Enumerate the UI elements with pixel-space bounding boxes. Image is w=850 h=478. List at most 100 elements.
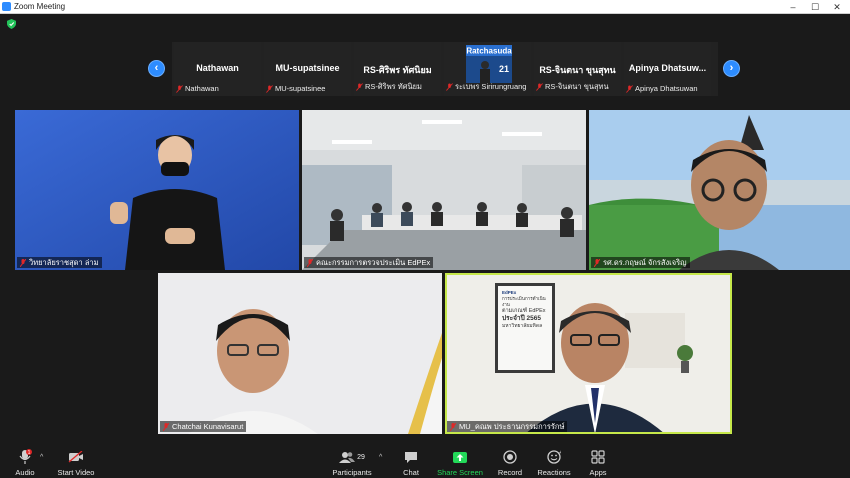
start-video-label: Start Video <box>57 468 95 477</box>
strip-tile-name: RS-จินตนา ขุนสุทน <box>539 65 616 75</box>
strip-tile-label-text: ระเบพร Sirirungruang <box>455 82 527 91</box>
strip-tile-name: RS-ศิริพร ทัศนิยม <box>363 65 432 75</box>
strip-tile-name: Apinya Dhatsuw... <box>628 63 707 73</box>
strip-tile[interactable]: MU-supatsinee MU-supatsinee <box>264 42 351 96</box>
strip-tile-label-text: Nathawan <box>185 84 219 93</box>
muted-mic-icon <box>356 83 363 91</box>
window-titlebar: Zoom Meeting – ☐ ✕ <box>0 0 850 14</box>
edpex-poster: EdPEx การประเมินการดำเนินงาน ตามเกณฑ์ Ed… <box>502 290 550 330</box>
strip-tile-label: Apinya Dhatsuwan <box>626 84 698 93</box>
video-tile-professor[interactable]: รศ.ดร.กฤษณ์ จักรสังเจริญ <box>589 110 850 270</box>
muted-mic-icon <box>163 422 169 431</box>
audio-label: Audio <box>15 468 35 477</box>
strip-tile-label: RS-จินตนา ขุนสุทน <box>536 81 609 93</box>
audio-options-caret[interactable]: ^ <box>40 454 43 461</box>
strip-prev-button[interactable]: ‹ <box>148 60 165 77</box>
strip-tile-label-text: RS-ศิริพร ทัศนิยม <box>365 82 422 91</box>
security-shield-icon[interactable] <box>7 19 16 29</box>
start-video-button[interactable]: Start Video <box>50 449 102 477</box>
svg-text:+: + <box>559 450 561 456</box>
strip-tile[interactable]: RS-ศิริพร ทัศนิยม RS-ศิริพร ทัศนิยม <box>354 42 441 96</box>
poster-line1: การประเมินการดำเนินงาน <box>502 295 546 307</box>
svg-text:1: 1 <box>28 450 31 456</box>
strip-next-button[interactable]: › <box>723 60 740 77</box>
apps-button[interactable]: Apps <box>572 449 624 477</box>
chatchai-video-image <box>158 273 442 434</box>
participants-count: 29 <box>357 453 365 461</box>
professor-video-image <box>589 110 850 270</box>
minimize-button[interactable]: – <box>782 0 804 14</box>
participants-icon <box>339 452 356 463</box>
interpreter-video-image <box>15 110 299 270</box>
video-tile-committee[interactable]: คณะกรรมการตรวจประเมิน EdPEx <box>302 110 586 270</box>
strip-tile-name: MU-supatsinee <box>275 63 340 73</box>
microphone-icon: 1 <box>19 449 32 464</box>
muted-mic-icon <box>626 84 633 93</box>
muted-mic-icon <box>536 83 543 91</box>
participant-strip: Nathawan Nathawan MU-supatsinee MU-supat… <box>172 42 718 96</box>
chat-label: Chat <box>403 468 419 477</box>
apps-label: Apps <box>589 468 607 477</box>
window-title: Zoom Meeting <box>14 2 66 11</box>
video-label-text: คณะกรรมการตรวจประเมิน EdPEx <box>316 257 431 267</box>
strip-tile[interactable]: RS-จินตนา ขุนสุทน RS-จินตนา ขุนสุทน <box>534 42 621 96</box>
video-label: คณะกรรมการตรวจประเมิน EdPEx <box>304 257 434 268</box>
video-camera-off-icon <box>68 451 83 463</box>
strip-tile-label-text: RS-จินตนา ขุนสุทน <box>545 82 609 91</box>
record-icon <box>503 450 517 464</box>
ratchasuda-logo-video: Ratchasuda 21 <box>466 45 512 83</box>
strip-tile[interactable]: Nathawan Nathawan <box>174 42 261 96</box>
video-label-text: MU_คณพ ประธานกรรมการรักษ์ <box>459 421 565 431</box>
poster-line3: ประจำปี 2565 <box>502 314 541 322</box>
share-screen-icon <box>453 451 467 463</box>
strip-tile[interactable]: Apinya Dhatsuw... Apinya Dhatsuwan <box>624 42 711 96</box>
svg-text:21: 21 <box>499 64 509 74</box>
strip-tile-ratchasuda[interactable]: Ratchasuda 21 ระเบพร Sirirungruang <box>444 42 531 96</box>
share-screen-label: Share Screen <box>437 468 483 477</box>
strip-tile-label: MU-supatsinee <box>266 84 325 93</box>
speaker-video-image <box>445 273 732 434</box>
participants-button[interactable]: 29 Participants <box>326 449 378 477</box>
apps-icon <box>591 450 605 464</box>
share-screen-button[interactable]: Share Screen <box>434 449 486 477</box>
participants-label: Participants <box>332 468 372 477</box>
video-label-text: Chatchai Kunavisarut <box>172 422 244 431</box>
svg-text:Ratchasuda: Ratchasuda <box>466 47 512 56</box>
reactions-smiley-icon: + <box>547 450 561 464</box>
muted-mic-icon <box>176 84 183 93</box>
maximize-button[interactable]: ☐ <box>804 0 826 14</box>
video-tile-active-speaker[interactable]: EdPEx การประเมินการดำเนินงาน ตามเกณฑ์ Ed… <box>445 273 732 434</box>
meeting-toolbar: 1 Audio ^ Start Video 29 Participants ^ … <box>0 446 850 478</box>
video-label-text: วิทยาลัยราชสุดา ล่าม <box>29 257 99 267</box>
muted-mic-icon <box>446 83 453 91</box>
record-label: Record <box>497 468 523 477</box>
video-label: Chatchai Kunavisarut <box>160 421 247 432</box>
strip-tile-label: RS-ศิริพร ทัศนิยม <box>356 81 422 93</box>
reactions-label: Reactions <box>537 468 571 477</box>
zoom-app-icon <box>2 2 11 11</box>
participants-options-caret[interactable]: ^ <box>379 454 382 461</box>
chat-bubble-icon <box>405 451 417 463</box>
strip-tile-label: ระเบพร Sirirungruang <box>446 81 526 93</box>
video-label: MU_คณพ ประธานกรรมการรักษ์ <box>447 421 568 432</box>
poster-line4: มหาวิทยาลัยมหิดล <box>502 323 543 330</box>
muted-mic-icon <box>307 258 313 267</box>
muted-mic-icon <box>594 258 600 267</box>
video-label: วิทยาลัยราชสุดา ล่าม <box>17 257 102 268</box>
video-label-text: รศ.ดร.กฤษณ์ จักรสังเจริญ <box>603 257 687 267</box>
poster-line2: ตามเกณฑ์ EdPEx <box>502 307 546 314</box>
chat-button[interactable]: Chat <box>385 449 437 477</box>
muted-mic-icon <box>450 422 456 431</box>
video-tile-interpreter[interactable]: วิทยาลัยราชสุดา ล่าม <box>15 110 299 270</box>
video-tile-chatchai[interactable]: Chatchai Kunavisarut <box>158 273 442 434</box>
close-button[interactable]: ✕ <box>826 0 848 14</box>
audio-button[interactable]: 1 Audio <box>0 449 51 477</box>
strip-tile-name: Nathawan <box>196 63 239 73</box>
muted-mic-icon <box>266 84 273 93</box>
strip-tile-label-text: MU-supatsinee <box>275 84 326 93</box>
strip-tile-label: Nathawan <box>176 84 219 93</box>
committee-room-video-image <box>302 110 586 270</box>
muted-mic-icon <box>20 258 26 267</box>
strip-tile-label-text: Apinya Dhatsuwan <box>635 84 698 93</box>
video-label: รศ.ดร.กฤษณ์ จักรสังเจริญ <box>591 257 690 268</box>
